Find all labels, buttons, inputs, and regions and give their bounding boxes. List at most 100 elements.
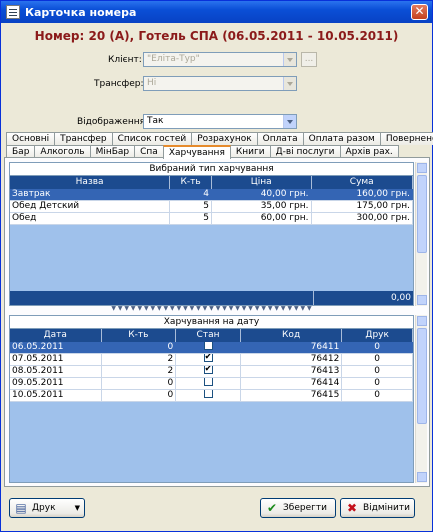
status-checkbox-cell xyxy=(176,354,241,365)
table-row[interactable]: 09.05.2011 0 76414 0 xyxy=(10,378,413,390)
close-icon[interactable]: ✕ xyxy=(411,4,428,20)
column-header[interactable]: Назва xyxy=(10,176,171,189)
chevron-down-icon[interactable] xyxy=(283,77,296,90)
table-row[interactable]: 06.05.2011 0 76411 0 xyxy=(10,342,413,354)
table-row[interactable]: 10.05.2011 0 76415 0 xyxy=(10,390,413,402)
status-checkbox[interactable] xyxy=(203,378,213,386)
tab-r1-6[interactable]: Повернено xyxy=(379,132,433,145)
tab-r1-4[interactable]: Оплата xyxy=(256,132,304,145)
transfer-value: Ні xyxy=(147,78,157,88)
card-window: Карточка номера ✕ Номер: 20 (А), Готель … xyxy=(0,0,433,532)
meal-grid-caption: Вибраний тип харчування xyxy=(10,163,413,176)
table-row[interactable]: Завтрак 4 40,00 грн. 160,00 грн. xyxy=(10,189,413,201)
grid-splitter[interactable]: ▼ ▼ ▼ ▼ ▼ ▼ ▼ ▼ ▼ ▼ ▼ ▼ ▼ ▼ ▼ ▼ ▼ ▼ ▼ ▼ … xyxy=(9,306,414,312)
column-header[interactable]: К-ть xyxy=(102,329,177,342)
date-meal-grid[interactable]: Харчування на дату Дата К-ть Стан Код Друк 0… xyxy=(9,315,414,483)
column-header[interactable]: Друк xyxy=(342,329,413,342)
column-header[interactable]: К-ть xyxy=(170,176,212,189)
page-title: Номер: 20 (А), Готель СПА (06.05.2011 - … xyxy=(34,29,399,43)
scroll-down-icon[interactable] xyxy=(417,295,427,305)
table-cell: 0 xyxy=(342,366,413,377)
table-row[interactable]: 08.05.20112 764130 xyxy=(10,366,413,378)
table-cell: 76411 xyxy=(241,342,343,353)
window-title: Карточка номера xyxy=(25,5,137,19)
display-label: Відображення: xyxy=(77,117,149,127)
table-cell: 07.05.2011 xyxy=(10,354,102,365)
table-cell: 40,00 грн. xyxy=(212,189,312,200)
table-cell: 175,00 грн. xyxy=(312,201,413,212)
column-header[interactable]: Стан xyxy=(176,329,241,342)
tab-r1-1[interactable]: Трансфер xyxy=(54,132,113,145)
column-header[interactable]: Дата xyxy=(10,329,102,342)
meal-grid-scrollbar[interactable] xyxy=(415,162,427,306)
table-cell: 76412 xyxy=(241,354,343,365)
window-icon xyxy=(6,5,20,19)
meal-total: 0,00 xyxy=(313,291,413,305)
table-cell: 06.05.2011 xyxy=(10,342,102,353)
checkmark-icon: ✔ xyxy=(266,501,278,515)
tab-panel: Вибраний тип харчування Назва К-ть Ціна Сум… xyxy=(4,157,430,487)
status-checkbox-cell xyxy=(176,342,241,353)
tab-r1-2[interactable]: Список гостей xyxy=(111,132,193,145)
table-cell: Обед Детский xyxy=(10,201,171,212)
table-cell: 160,00 грн. xyxy=(312,189,413,200)
client-select-button[interactable]: ... xyxy=(301,52,317,67)
table-row[interactable]: Обед 5 60,00 грн. 300,00 грн. xyxy=(10,213,413,225)
table-cell: 0 xyxy=(342,342,413,353)
table-row[interactable]: 07.05.20112 764120 xyxy=(10,354,413,366)
date-grid-header: Дата К-ть Стан Код Друк xyxy=(10,329,413,342)
column-header[interactable]: Код xyxy=(241,329,343,342)
chevron-down-icon[interactable] xyxy=(283,53,296,66)
display-combo[interactable]: Так xyxy=(143,114,297,129)
display-value: Так xyxy=(147,116,164,126)
save-button[interactable]: ✔ Зберегти xyxy=(260,498,336,518)
table-cell: 76414 xyxy=(241,378,343,389)
client-value: "Еліта-Тур" xyxy=(147,54,200,64)
table-cell: 2 xyxy=(102,354,177,365)
tab-r1-3[interactable]: Розрахунок xyxy=(191,132,258,145)
meal-type-grid[interactable]: Вибраний тип харчування Назва К-ть Ціна Сум… xyxy=(9,162,414,306)
scroll-down-icon[interactable] xyxy=(417,472,427,482)
scroll-up-icon[interactable] xyxy=(417,316,427,326)
table-cell: 35,00 грн. xyxy=(212,201,312,212)
status-checkbox[interactable] xyxy=(203,390,213,398)
printer-icon: ▤ xyxy=(15,501,27,515)
scroll-up-icon[interactable] xyxy=(417,163,427,173)
scroll-thumb[interactable] xyxy=(417,175,427,253)
status-checkbox[interactable] xyxy=(203,366,213,375)
client-combo[interactable]: "Еліта-Тур" xyxy=(143,52,297,67)
column-header[interactable]: Ціна xyxy=(212,176,312,189)
save-label: Зберегти xyxy=(283,503,327,513)
date-grid-scrollbar[interactable] xyxy=(415,315,427,483)
chevron-down-icon[interactable] xyxy=(283,115,296,128)
cancel-button[interactable]: ✖ Відмінити xyxy=(340,498,415,518)
status-checkbox[interactable] xyxy=(203,354,213,363)
table-cell: 0 xyxy=(102,390,177,401)
table-cell: 0 xyxy=(342,378,413,389)
date-grid-caption: Харчування на дату xyxy=(10,316,413,329)
status-checkbox-cell xyxy=(176,366,241,377)
meal-grid-body: Завтрак 4 40,00 грн. 160,00 грн. Обед Детски… xyxy=(10,189,413,225)
table-cell: 10.05.2011 xyxy=(10,390,102,401)
transfer-combo[interactable]: Ні xyxy=(143,76,297,91)
tab-r1-0[interactable]: Основні xyxy=(6,132,56,145)
column-header[interactable]: Сума xyxy=(312,176,413,189)
scroll-thumb[interactable] xyxy=(417,328,427,424)
transfer-label: Трансфер: xyxy=(94,79,144,89)
cancel-label: Відмінити xyxy=(362,503,410,513)
title-bar[interactable]: Карточка номера ✕ xyxy=(1,1,432,23)
print-button[interactable]: ▤ Друк ▼ xyxy=(9,498,85,518)
table-cell: 0 xyxy=(342,354,413,365)
table-cell: 2 xyxy=(102,366,177,377)
status-checkbox[interactable] xyxy=(203,342,213,350)
tab-r2-4[interactable]: Харчування xyxy=(162,145,231,159)
table-cell: 76415 xyxy=(241,390,343,401)
table-row[interactable]: Обед Детский 5 35,00 грн. 175,00 грн. xyxy=(10,201,413,213)
table-cell: Обед xyxy=(10,213,171,224)
tab-r1-5[interactable]: Оплата разом xyxy=(302,132,381,145)
table-cell: 76413 xyxy=(241,366,343,377)
chevron-down-icon: ▼ xyxy=(74,504,80,512)
table-cell: 0 xyxy=(102,378,177,389)
client-label: Клієнт: xyxy=(108,55,142,65)
table-cell: 5 xyxy=(170,213,212,224)
